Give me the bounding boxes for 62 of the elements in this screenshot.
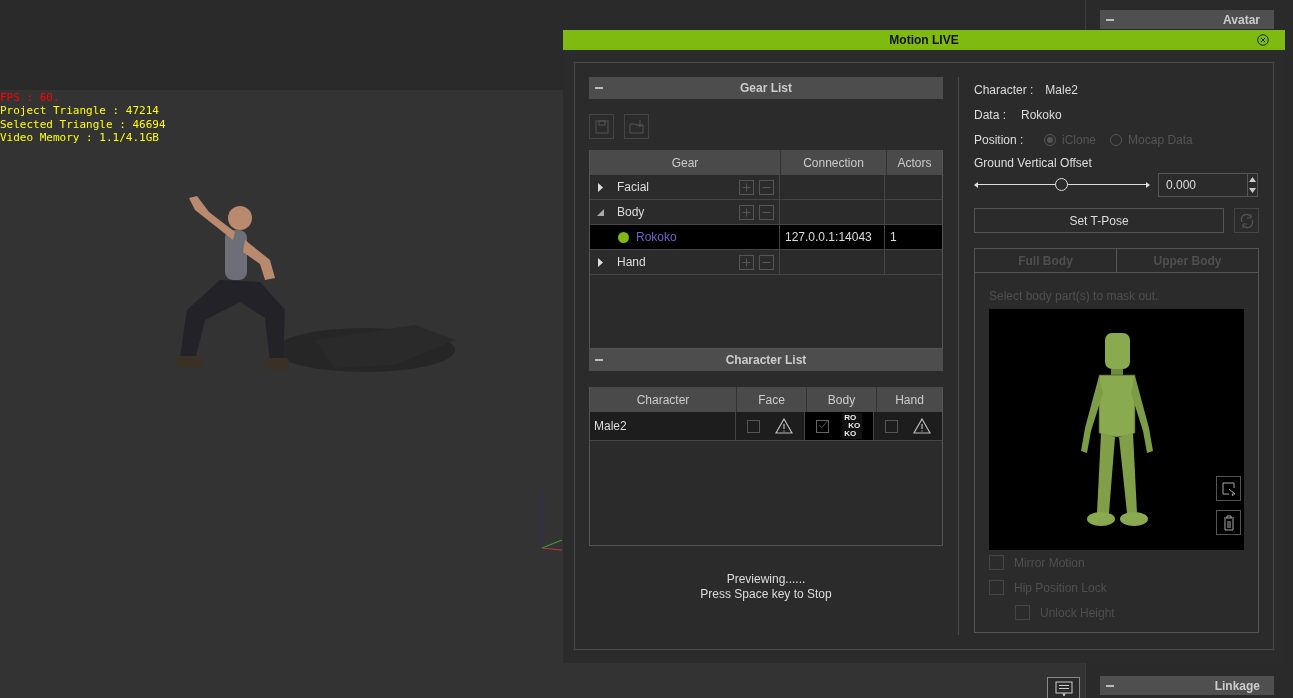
collapse-arrow-icon[interactable] xyxy=(597,207,605,217)
checkbox[interactable] xyxy=(815,419,829,433)
remove-icon[interactable] xyxy=(759,180,774,195)
device-logo: RO KO KO xyxy=(842,413,863,439)
refresh-button[interactable] xyxy=(1234,208,1259,233)
panel-header[interactable]: Linkage xyxy=(1100,676,1274,695)
close-icon[interactable] xyxy=(1257,34,1269,46)
warning-icon xyxy=(774,418,793,434)
import-button[interactable] xyxy=(624,114,649,139)
section-header[interactable]: Character List xyxy=(589,349,943,371)
remove-icon[interactable] xyxy=(759,255,774,270)
cursor-select-icon xyxy=(1221,481,1236,496)
axis-gizmo-icon xyxy=(540,490,564,552)
refresh-icon xyxy=(1238,212,1255,229)
device-name: Rokoko xyxy=(636,230,677,244)
gear-row[interactable]: Body xyxy=(590,200,942,225)
warning-icon xyxy=(912,418,931,434)
connection-address: 127.0.0.1:14043 xyxy=(785,230,872,244)
expand-arrow-icon[interactable] xyxy=(597,182,605,192)
offset-input[interactable]: 0.000 xyxy=(1158,173,1258,197)
viewport-stat: FPS : 60. xyxy=(0,91,61,105)
checkbox[interactable] xyxy=(885,419,899,433)
actor-count: 1 xyxy=(890,230,897,244)
collapse-icon[interactable] xyxy=(1106,684,1114,687)
add-icon[interactable] xyxy=(739,255,754,270)
status-text: Previewing...... xyxy=(725,572,807,587)
dialog-title: Motion LIVE xyxy=(889,33,959,47)
remove-icon[interactable] xyxy=(759,205,774,220)
slider-thumb[interactable] xyxy=(1055,178,1068,191)
section-header[interactable]: Gear List xyxy=(589,77,943,99)
field-label: Ground Vertical Offset xyxy=(974,156,1093,170)
viewport-stat: Video Memory : 1.1/4.1GB xyxy=(0,130,160,145)
comment-button[interactable] xyxy=(1047,677,1080,698)
gear-name: Facial xyxy=(617,180,649,194)
field-label: Character : xyxy=(974,82,1034,97)
gear-row[interactable]: Hand xyxy=(590,250,942,275)
trash-icon xyxy=(1222,514,1235,531)
collapse-icon[interactable] xyxy=(1106,18,1114,21)
expand-arrow-icon[interactable] xyxy=(597,257,605,267)
gear-row[interactable]: Facial xyxy=(590,175,942,200)
gear-name: Body xyxy=(617,205,645,219)
set-t-pose-button[interactable]: Set T-Pose xyxy=(974,208,1224,233)
field-label: Data : xyxy=(974,107,1006,122)
viewport-stat: Selected Triangle : 46694 xyxy=(0,117,166,131)
spin-arrows-icon[interactable] xyxy=(1248,174,1257,196)
folder-icon xyxy=(628,119,645,134)
table-cell: Male2 xyxy=(590,412,736,440)
field-value: Rokoko xyxy=(1021,107,1062,122)
save-button[interactable] xyxy=(589,114,614,139)
field-value: Male2 xyxy=(1045,82,1079,97)
add-icon[interactable] xyxy=(739,205,754,220)
gear-name: Hand xyxy=(617,255,646,269)
gear-row[interactable]: Rokoko 127.0.0.1:14043 1 xyxy=(590,225,942,250)
viewport-stat: Project Triangle : 47214 xyxy=(0,104,160,118)
add-icon[interactable] xyxy=(739,180,754,195)
panel-header[interactable]: Avatar xyxy=(1100,10,1274,29)
field-label: Position : xyxy=(974,132,1025,147)
column-header: Hand xyxy=(894,391,925,409)
column-header: Actors xyxy=(896,154,933,172)
offset-slider[interactable] xyxy=(974,178,1150,192)
status-text: Press Space key to Stop xyxy=(699,587,833,602)
checkbox[interactable] xyxy=(747,419,761,433)
